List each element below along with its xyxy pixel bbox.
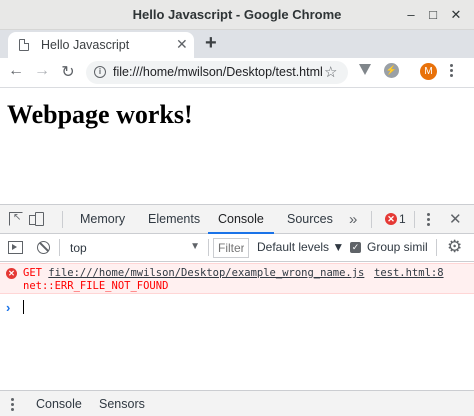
divider: [62, 211, 63, 228]
source-link[interactable]: test.html:8: [374, 267, 444, 279]
divider: [59, 239, 60, 256]
tab-elements[interactable]: Elements: [146, 205, 202, 234]
console-toolbar: top ▼ Default levels ▼ ✓ Group simil ⚙: [0, 234, 474, 262]
extension-icon[interactable]: ⚡: [384, 63, 399, 78]
error-count[interactable]: 1: [399, 212, 406, 226]
filter-input[interactable]: [213, 238, 249, 258]
console-input-caret[interactable]: [23, 300, 24, 314]
gear-icon[interactable]: ⚙: [447, 237, 462, 257]
kebab-menu-icon[interactable]: [450, 64, 454, 79]
devtools-menu-icon[interactable]: [427, 213, 431, 228]
new-tab-icon[interactable]: +: [205, 32, 217, 55]
console-output[interactable]: ✕ GET file:///home/mwilson/Desktop/examp…: [0, 262, 474, 390]
extension-icon[interactable]: [359, 64, 371, 75]
context-select[interactable]: top ▼: [64, 238, 204, 258]
clear-console-icon[interactable]: [37, 241, 50, 254]
tab-close-icon[interactable]: ✕: [176, 36, 188, 53]
devtools-tabbar: Memory Elements Console Sources » ✕ 1 ✕: [0, 205, 474, 234]
page-heading: Webpage works!: [7, 100, 193, 129]
console-prompt-icon: ›: [6, 300, 11, 315]
inspect-element-icon[interactable]: [9, 212, 23, 226]
request-method: GET: [23, 267, 42, 279]
devtools-panel: Memory Elements Console Sources » ✕ 1 ✕ …: [0, 204, 474, 416]
divider: [371, 211, 372, 228]
log-levels-select[interactable]: Default levels ▼: [257, 240, 344, 254]
close-icon[interactable]: ✕: [447, 6, 465, 24]
minimize-icon[interactable]: ‒: [402, 6, 420, 24]
request-url-link[interactable]: file:///home/mwilson/Desktop/example_wro…: [48, 267, 364, 279]
tab-console[interactable]: Console: [208, 205, 274, 234]
dropdown-caret-icon: ▼: [190, 241, 200, 252]
tab-title: Hello Javascript: [41, 38, 130, 52]
address-bar[interactable]: i file:///home/mwilson/Desktop/test.html…: [86, 61, 348, 84]
tab-memory[interactable]: Memory: [78, 205, 127, 234]
tab-sources[interactable]: Sources: [285, 205, 335, 234]
more-tabs-icon[interactable]: »: [349, 211, 357, 228]
error-icon[interactable]: ✕: [385, 213, 397, 225]
window-titlebar: Hello Javascript - Google Chrome ‒ □ ✕: [0, 0, 474, 30]
page-viewport: Webpage works!: [0, 88, 474, 204]
avatar[interactable]: M: [420, 63, 437, 80]
browser-toolbar: ← → ↻ i file:///home/mwilson/Desktop/tes…: [0, 58, 474, 88]
back-icon[interactable]: ←: [6, 62, 26, 80]
drawer-tab-sensors[interactable]: Sensors: [99, 397, 145, 411]
drawer-menu-icon[interactable]: [11, 398, 15, 413]
tab-strip: Hello Javascript ✕ +: [0, 30, 474, 58]
context-value: top: [70, 241, 87, 255]
divider: [208, 239, 209, 256]
divider: [414, 211, 415, 228]
console-sidebar-icon[interactable]: [8, 241, 23, 254]
star-icon[interactable]: ☆: [324, 63, 337, 81]
info-icon[interactable]: i: [94, 66, 106, 78]
device-toolbar-icon[interactable]: [29, 212, 44, 226]
document-icon: [19, 39, 29, 51]
browser-tab[interactable]: Hello Javascript ✕: [8, 32, 194, 58]
drawer-tab-console[interactable]: Console: [36, 397, 82, 411]
error-request-line: GET file:///home/mwilson/Desktop/example…: [23, 267, 364, 279]
group-similar-label[interactable]: Group simil: [367, 240, 431, 254]
error-icon: ✕: [6, 268, 17, 279]
address-url[interactable]: file:///home/mwilson/Desktop/test.html: [113, 65, 323, 79]
devtools-drawer: Console Sensors: [0, 390, 474, 416]
group-similar-checkbox[interactable]: ✓: [350, 242, 361, 253]
forward-icon[interactable]: →: [32, 62, 52, 80]
divider: [436, 239, 437, 256]
reload-icon[interactable]: ↻: [58, 62, 78, 82]
error-text: net::ERR_FILE_NOT_FOUND: [23, 280, 169, 292]
maximize-icon[interactable]: □: [424, 6, 442, 24]
devtools-close-icon[interactable]: ✕: [449, 210, 462, 228]
console-error-message: ✕ GET file:///home/mwilson/Desktop/examp…: [0, 263, 474, 294]
